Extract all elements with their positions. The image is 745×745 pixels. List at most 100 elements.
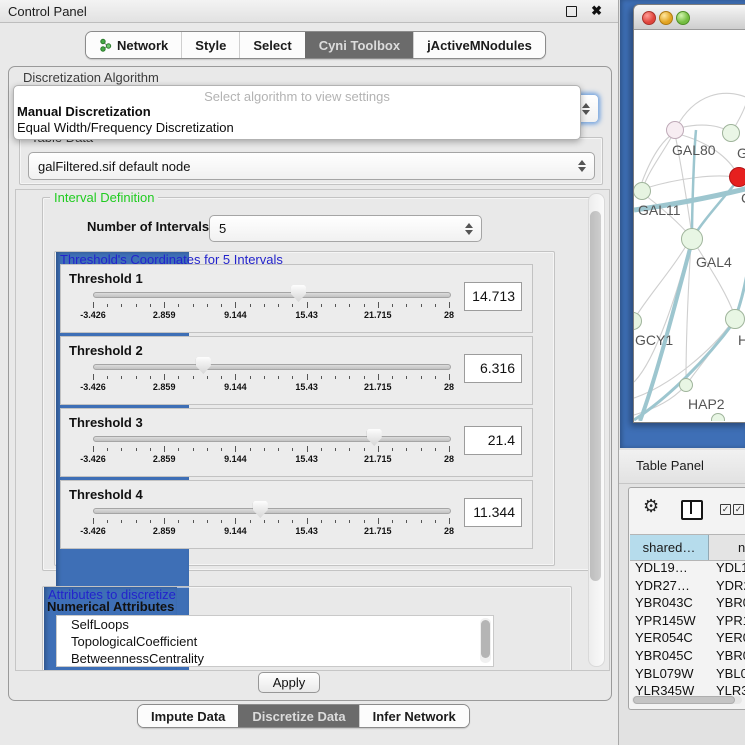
table-hscrollbar-thumb[interactable] (633, 696, 735, 704)
tick (264, 376, 265, 379)
threshold-3-slider-track[interactable] (93, 436, 451, 442)
list-scrollbar-thumb[interactable] (481, 620, 490, 658)
tick (235, 374, 236, 380)
threshold-2-label: Threshold 2 (69, 343, 143, 358)
column-header-1[interactable]: shared… (630, 535, 709, 560)
attribute-item-selfloops[interactable]: SelfLoops (57, 616, 493, 633)
table-hscrollbar[interactable] (632, 696, 742, 704)
threshold-2-slider-thumb[interactable] (196, 357, 211, 374)
network-canvas[interactable]: GAL80GACGAL11GAL4GCY1HHAP2 (634, 30, 745, 421)
tick (93, 374, 94, 380)
threshold-3-value-field[interactable]: 21.4 (464, 426, 522, 455)
attributes-list[interactable]: SelfLoopsTopologicalCoefficientBetweenne… (56, 615, 494, 667)
network-node-c[interactable] (729, 167, 745, 187)
threshold-3-label: Threshold 3 (69, 415, 143, 430)
tick (235, 518, 236, 524)
tick-label: 2.859 (153, 526, 176, 536)
threshold-4-value-field[interactable]: 11.344 (464, 498, 522, 527)
threshold-4-slider-track[interactable] (93, 508, 451, 514)
table-row[interactable]: YBL079WYBL0 (630, 666, 745, 684)
tick (107, 520, 108, 523)
tick (449, 374, 450, 380)
tick-marks (93, 302, 449, 309)
tick (435, 304, 436, 307)
num-intervals-combobox[interactable]: 5 (209, 215, 482, 242)
attribute-item-topologicalcoefficient[interactable]: TopologicalCoefficient (57, 633, 493, 650)
minimize-traffic-light-icon[interactable] (659, 11, 673, 25)
tick-labels: -3.4262.8599.14415.4321.71528 (93, 526, 449, 538)
vertical-scrollbar[interactable] (588, 193, 605, 667)
tick (292, 448, 293, 451)
tick (164, 374, 165, 380)
cell-shared-name: YDR27… (630, 578, 711, 596)
tick-label: 9.144 (224, 526, 247, 536)
tick (378, 302, 379, 308)
network-node[interactable] (711, 413, 725, 421)
close-icon[interactable]: ✖ (591, 3, 602, 19)
threshold-3-slider-thumb[interactable] (367, 429, 382, 446)
tab-style-label: Style (195, 38, 226, 53)
threshold-1-slider-thumb[interactable] (291, 285, 306, 302)
table-row[interactable]: YDL19…YDL1 (630, 560, 745, 578)
tick-label: 9.144 (224, 310, 247, 320)
tab-cyni-toolbox[interactable]: Cyni Toolbox (305, 32, 413, 58)
tick (292, 376, 293, 379)
tick (150, 448, 151, 451)
tab-discretize-data[interactable]: Discretize Data (238, 705, 358, 727)
checkbox-icon[interactable]: ✓ (720, 504, 731, 515)
tick-label: -3.426 (80, 310, 106, 320)
table-row[interactable]: YDR27…YDR2 (630, 578, 745, 596)
network-node-hap2[interactable] (679, 378, 693, 392)
dropdown-option-manual-discretization[interactable]: Manual Discretization (14, 104, 580, 120)
gear-icon[interactable]: ⚙ (643, 496, 659, 517)
threshold-2-value-field[interactable]: 6.316 (464, 354, 522, 383)
tab-style[interactable]: Style (181, 32, 239, 58)
network-node-gal80[interactable] (666, 121, 684, 139)
tab-network[interactable]: Network (86, 32, 181, 58)
list-scrollbar[interactable] (480, 618, 491, 663)
tab-select[interactable]: Select (239, 32, 304, 58)
dropdown-hint: Select algorithm to view settings (14, 89, 580, 104)
tick (278, 520, 279, 523)
network-node-gal4[interactable] (681, 228, 703, 250)
attributes-group: Attributes to discretize Numerical Attri… (42, 586, 572, 671)
network-node-ga[interactable] (722, 124, 740, 142)
threshold-4-slider-thumb[interactable] (253, 501, 268, 518)
tick (406, 448, 407, 451)
table-row[interactable]: YER054CYER0 (630, 630, 745, 648)
cell-name: YBL0 (711, 666, 745, 684)
close-traffic-light-icon[interactable] (642, 11, 656, 25)
float-panel-icon[interactable] (566, 6, 577, 17)
tick (93, 446, 94, 452)
columns-icon[interactable] (681, 500, 703, 520)
vertical-scrollbar-thumb[interactable] (590, 211, 601, 581)
tick (136, 376, 137, 379)
tick (435, 448, 436, 451)
network-window-titlebar[interactable] (634, 5, 745, 30)
tick (406, 376, 407, 379)
checkbox-icon[interactable]: ✓ (733, 504, 744, 515)
tick (421, 448, 422, 451)
threshold-1-value-field[interactable]: 14.713 (464, 282, 522, 311)
threshold-2-slider-track[interactable] (93, 364, 451, 370)
network-node-h[interactable] (725, 309, 745, 329)
tick (349, 304, 350, 307)
apply-button[interactable]: Apply (258, 672, 320, 693)
zoom-traffic-light-icon[interactable] (676, 11, 690, 25)
tab-impute-data[interactable]: Impute Data (138, 705, 238, 727)
table-data-value: galFiltered.sif default node (29, 159, 190, 174)
column-header-2[interactable]: n (709, 535, 745, 560)
tab-jactivemnodules[interactable]: jActiveMNodules (413, 32, 545, 58)
dropdown-option-equal-width-frequency-discretization[interactable]: Equal Width/Frequency Discretization (14, 120, 580, 136)
attribute-item-betweennesscentrality[interactable]: BetweennessCentrality (57, 650, 493, 667)
tick (392, 304, 393, 307)
threshold-1-slider-track[interactable] (93, 292, 451, 298)
table-row[interactable]: YPR145WYPR1 (630, 613, 745, 631)
table-row[interactable]: YBR045CYBR0 (630, 648, 745, 666)
cell-shared-name: YPR145W (630, 613, 711, 631)
tab-infer-network[interactable]: Infer Network (359, 705, 469, 727)
thresholds-group: Threshold's Coordinates for 5 Intervals … (54, 251, 555, 566)
table-data-combobox[interactable]: galFiltered.sif default node (28, 152, 595, 180)
table-row[interactable]: YBR043CYBR0 (630, 595, 745, 613)
cell-shared-name: YER054C (630, 630, 711, 648)
